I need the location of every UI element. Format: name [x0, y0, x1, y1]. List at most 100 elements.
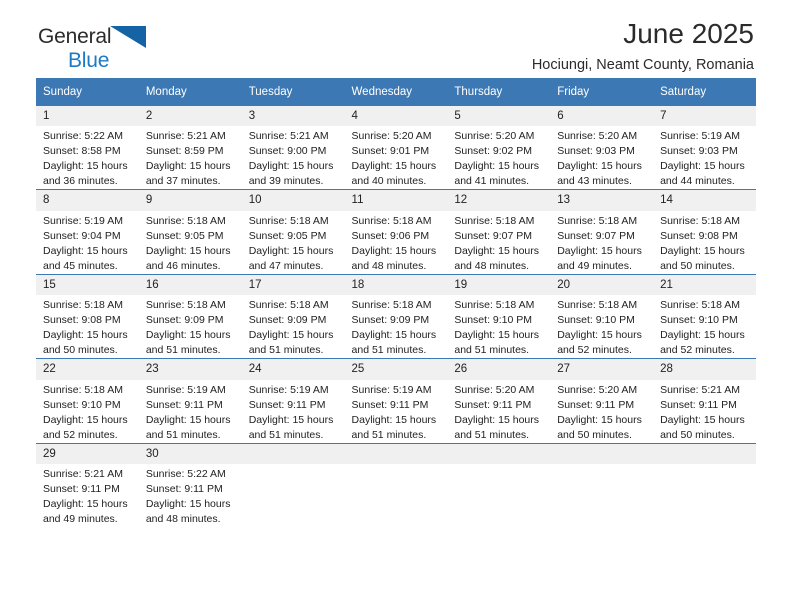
day-cell[interactable]: 25 Sunrise: 5:19 AM Sunset: 9:11 PM Dayligh…: [344, 358, 448, 443]
day-cell[interactable]: 30 Sunrise: 5:22 AM Sunset: 9:11 PM Dayligh…: [138, 442, 242, 527]
sunrise-text: Sunrise: 5:18 AM: [248, 214, 329, 227]
sunset-text: Sunset: 9:09 PM: [248, 314, 327, 327]
day-cell[interactable]: 29 Sunrise: 5:21 AM Sunset: 9:11 PM Dayligh…: [36, 442, 139, 527]
day-cell[interactable]: 18 Sunrise: 5:18 AM Sunset: 9:09 PM Dayligh…: [344, 273, 448, 359]
day-cell[interactable]: 20 Sunrise: 5:18 AM Sunset: 9:10 PM Dayligh…: [550, 273, 654, 359]
day-cell[interactable]: 21 Sunrise: 5:18 AM Sunset: 9:10 PM Dayligh…: [653, 273, 756, 359]
sunrise-text: Sunrise: 5:18 AM: [351, 214, 432, 227]
daylight-text-line2: and 52 minutes.: [43, 428, 118, 441]
day-cell[interactable]: 24 Sunrise: 5:19 AM Sunset: 9:11 PM Dayligh…: [241, 358, 345, 443]
day-details: Sunrise: 5:18 AM Sunset: 9:07 PM Daylight:…: [550, 211, 653, 274]
general-blue-logo[interactable]: General Blue: [38, 26, 147, 71]
daylight-text-line2: and 48 minutes.: [454, 259, 530, 272]
daylight-text-line1: Daylight: 15 hours: [351, 244, 437, 257]
day-number: 20: [550, 274, 654, 296]
day-cell[interactable]: 10 Sunrise: 5:18 AM Sunset: 9:05 PM Dayligh…: [241, 189, 345, 275]
day-cell[interactable]: 3 Sunrise: 5:21 AM Sunset: 9:00 PM Daylight…: [241, 106, 345, 190]
day-cell[interactable]: 1 Sunrise: 5:22 AM Sunset: 8:58 PM Daylight…: [36, 106, 139, 190]
day-details: Sunrise: 5:18 AM Sunset: 9:10 PM Daylight:…: [550, 295, 653, 358]
sunset-text: Sunset: 9:11 PM: [351, 398, 429, 411]
day-cell[interactable]: 23 Sunrise: 5:19 AM Sunset: 9:11 PM Dayligh…: [138, 358, 242, 443]
day-number: 18: [344, 274, 448, 296]
sunrise-text: Sunrise: 5:22 AM: [43, 130, 123, 143]
day-details: Sunrise: 5:18 AM Sunset: 9:08 PM Daylight:…: [36, 295, 139, 358]
sunrise-text: Sunrise: 5:19 AM: [351, 383, 432, 396]
day-cell[interactable]: 7 Sunrise: 5:19 AM Sunset: 9:03 PM Daylight…: [653, 106, 756, 190]
day-cell[interactable]: 26 Sunrise: 5:20 AM Sunset: 9:11 PM Dayligh…: [447, 358, 551, 443]
sunset-text: Sunset: 9:10 PM: [43, 398, 121, 411]
day-details: Sunrise: 5:18 AM Sunset: 9:05 PM Daylight:…: [242, 211, 345, 274]
day-cell[interactable]: 9 Sunrise: 5:18 AM Sunset: 9:05 PM Daylight…: [138, 189, 242, 275]
day-cell[interactable]: 19 Sunrise: 5:18 AM Sunset: 9:10 PM Dayligh…: [447, 273, 551, 359]
day-cell[interactable]: 28 Sunrise: 5:21 AM Sunset: 9:11 PM Dayligh…: [653, 358, 756, 443]
sunset-text: Sunset: 9:02 PM: [454, 145, 533, 158]
sunrise-text: Sunrise: 5:19 AM: [660, 130, 741, 143]
day-number: [241, 443, 345, 464]
day-number: [653, 443, 756, 464]
daylight-text-line2: and 51 minutes.: [454, 344, 530, 357]
day-number: [344, 443, 448, 464]
sunrise-text: Sunrise: 5:18 AM: [660, 299, 741, 312]
day-cell[interactable]: 27 Sunrise: 5:20 AM Sunset: 9:11 PM Dayligh…: [550, 358, 654, 443]
day-cell[interactable]: 12 Sunrise: 5:18 AM Sunset: 9:07 PM Dayligh…: [447, 189, 551, 275]
day-number: 14: [653, 190, 756, 211]
daylight-text-line1: Daylight: 15 hours: [454, 160, 540, 173]
daylight-text-line2: and 51 minutes.: [145, 428, 221, 441]
daylight-text-line1: Daylight: 15 hours: [351, 160, 437, 173]
day-details: Sunrise: 5:19 AM Sunset: 9:11 PM Daylight:…: [242, 380, 345, 443]
day-cell-empty: [653, 442, 756, 527]
daylight-text-line2: and 51 minutes.: [248, 428, 324, 441]
day-details: Sunrise: 5:20 AM Sunset: 9:11 PM Daylight:…: [550, 380, 653, 443]
day-number: 29: [36, 443, 139, 464]
daylight-text-line1: Daylight: 15 hours: [248, 160, 334, 173]
daylight-text-line2: and 48 minutes.: [351, 259, 427, 272]
day-cell[interactable]: 5 Sunrise: 5:20 AM Sunset: 9:02 PM Daylight…: [447, 106, 551, 190]
day-cell[interactable]: 2 Sunrise: 5:21 AM Sunset: 8:59 PM Daylight…: [138, 106, 242, 190]
daylight-text-line1: Daylight: 15 hours: [660, 160, 745, 173]
day-cell[interactable]: 22 Sunrise: 5:18 AM Sunset: 9:10 PM Dayligh…: [36, 358, 139, 443]
day-number: 21: [653, 274, 756, 296]
daylight-text-line2: and 51 minutes.: [454, 428, 530, 441]
daylight-text-line1: Daylight: 15 hours: [351, 413, 437, 426]
day-number: 17: [241, 274, 345, 296]
day-cell[interactable]: 6 Sunrise: 5:20 AM Sunset: 9:03 PM Daylight…: [550, 106, 654, 190]
sunset-text: Sunset: 9:03 PM: [660, 145, 738, 158]
daylight-text-line1: Daylight: 15 hours: [454, 244, 540, 257]
day-details: Sunrise: 5:20 AM Sunset: 9:01 PM Daylight:…: [345, 126, 448, 189]
day-cell[interactable]: 14 Sunrise: 5:18 AM Sunset: 9:08 PM Dayligh…: [653, 189, 756, 275]
day-cell[interactable]: 4 Sunrise: 5:20 AM Sunset: 9:01 PM Daylight…: [344, 106, 448, 190]
sunset-text: Sunset: 9:04 PM: [43, 229, 121, 242]
sunrise-text: Sunrise: 5:18 AM: [454, 299, 535, 312]
day-number: 22: [36, 359, 139, 380]
day-number: 3: [241, 106, 345, 127]
day-details: Sunrise: 5:20 AM Sunset: 9:02 PM Daylight:…: [447, 126, 550, 189]
sunrise-text: Sunrise: 5:20 AM: [557, 383, 638, 396]
day-cell[interactable]: 17 Sunrise: 5:18 AM Sunset: 9:09 PM Dayligh…: [241, 273, 345, 359]
sunrise-text: Sunrise: 5:18 AM: [43, 383, 123, 396]
daylight-text-line2: and 49 minutes.: [43, 512, 118, 525]
sunrise-text: Sunrise: 5:18 AM: [43, 299, 123, 312]
day-details: Sunrise: 5:18 AM Sunset: 9:10 PM Daylight:…: [653, 295, 756, 358]
daylight-text-line1: Daylight: 15 hours: [43, 329, 128, 342]
sunset-text: Sunset: 9:10 PM: [557, 314, 635, 327]
day-cell[interactable]: 11 Sunrise: 5:18 AM Sunset: 9:06 PM Dayligh…: [344, 189, 448, 275]
weekday-header-sunday: Sunday: [36, 78, 139, 106]
sunset-text: Sunset: 9:10 PM: [660, 314, 738, 327]
calendar-week-row: 15 Sunrise: 5:18 AM Sunset: 9:08 PM Dayligh…: [36, 273, 756, 359]
day-details: Sunrise: 5:20 AM Sunset: 9:11 PM Daylight:…: [447, 380, 550, 443]
day-number: 15: [36, 274, 139, 296]
day-number: [550, 443, 654, 464]
sunset-text: Sunset: 9:11 PM: [145, 482, 223, 495]
daylight-text-line2: and 36 minutes.: [43, 175, 118, 188]
day-number: 25: [344, 359, 448, 380]
day-cell[interactable]: 15 Sunrise: 5:18 AM Sunset: 9:08 PM Dayligh…: [36, 273, 139, 359]
daylight-text-line2: and 46 minutes.: [145, 259, 221, 272]
daylight-text-line2: and 50 minutes.: [43, 344, 118, 357]
day-cell[interactable]: 8 Sunrise: 5:19 AM Sunset: 9:04 PM Daylight…: [36, 189, 139, 275]
weekday-header-friday: Friday: [550, 78, 654, 106]
sunrise-text: Sunrise: 5:18 AM: [660, 214, 741, 227]
day-cell[interactable]: 13 Sunrise: 5:18 AM Sunset: 9:07 PM Dayligh…: [550, 189, 654, 275]
daylight-text-line2: and 43 minutes.: [557, 175, 632, 188]
sunrise-text: Sunrise: 5:21 AM: [248, 130, 329, 143]
day-cell[interactable]: 16 Sunrise: 5:18 AM Sunset: 9:09 PM Dayligh…: [138, 273, 242, 359]
